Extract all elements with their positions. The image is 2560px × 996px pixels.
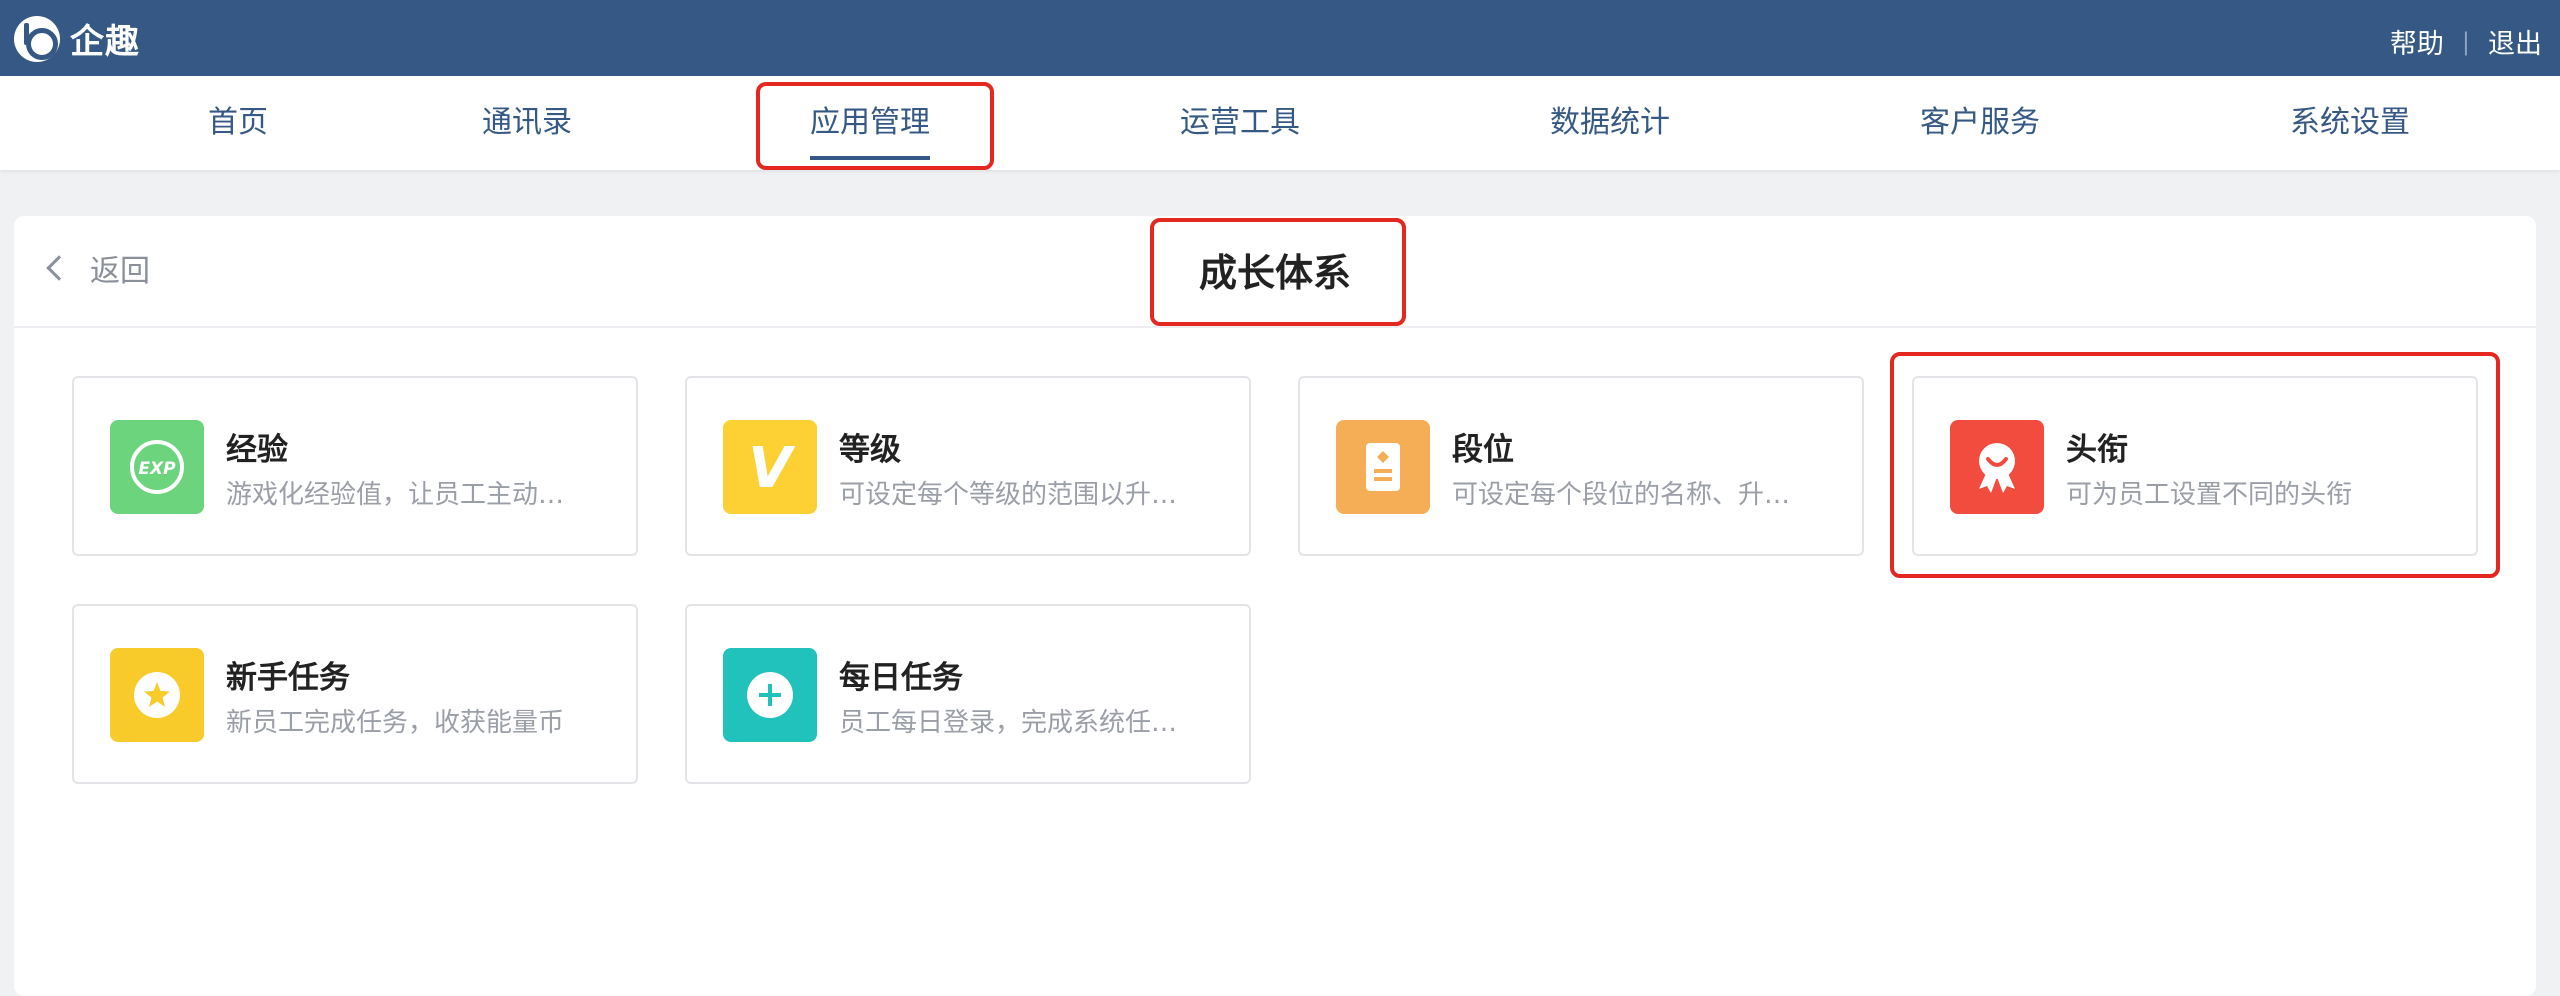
card-title: 每日任务 [839, 660, 963, 696]
card-title-badge[interactable]: 头衔 可为员工设置不同的头衔 [1912, 376, 2478, 556]
nav-item-system-settings[interactable]: 系统设置 [2290, 76, 2410, 170]
page-title: 成长体系 [1198, 251, 1352, 295]
logo-icon [14, 15, 60, 62]
nav-item-data-statistics[interactable]: 数据统计 [1550, 76, 1670, 170]
nav-item-home[interactable]: 首页 [208, 76, 268, 170]
logout-link[interactable]: 退出 [2488, 22, 2542, 61]
card-newbie-tasks[interactable]: 新手任务 新员工完成任务，收获能量币 [72, 604, 638, 784]
card-rank[interactable]: 段位 可设定每个段位的名称、升… [1298, 376, 1864, 556]
content-panel: 返回 成长体系 EXP 经验 游戏化经验值，让员工主动… V 等级 可设定每个等… [14, 216, 2536, 996]
card-description: 游戏化经验值，让员工主动… [226, 480, 565, 510]
main-nav: 首页 通讯录 应用管理 运营工具 数据统计 客户服务 系统设置 [0, 76, 2560, 170]
card-title: 等级 [839, 432, 901, 468]
chevron-left-icon [46, 255, 72, 281]
card-description: 可设定每个等级的范围以升… [839, 480, 1178, 510]
back-button[interactable]: 返回 [44, 246, 150, 290]
nav-item-app-management[interactable]: 应用管理 [810, 76, 930, 170]
card-description: 新员工完成任务，收获能量币 [226, 708, 565, 738]
card-title: 新手任务 [226, 660, 350, 696]
top-links-separator: | [2461, 27, 2470, 56]
svg-text:EXP: EXP [138, 459, 176, 479]
app-logo[interactable]: 企趣 [14, 14, 140, 63]
card-title: 经验 [226, 432, 288, 468]
card-description: 可设定每个段位的名称、升… [1452, 480, 1791, 510]
back-label: 返回 [90, 254, 150, 289]
level-v-icon: V [723, 420, 817, 514]
nav-item-contacts[interactable]: 通讯录 [482, 76, 572, 170]
svg-text:V: V [748, 437, 796, 497]
app-name: 企趣 [70, 22, 140, 62]
top-links: 帮助 | 退出 [2390, 22, 2542, 61]
nav-item-operation-tools[interactable]: 运营工具 [1180, 76, 1300, 170]
rank-badge-icon [1336, 420, 1430, 514]
help-link[interactable]: 帮助 [2390, 22, 2444, 61]
card-daily-tasks[interactable]: 每日任务 员工每日登录，完成系统任… [685, 604, 1251, 784]
nav-item-customer-service[interactable]: 客户服务 [1920, 76, 2040, 170]
plus-circle-icon [723, 648, 817, 742]
star-icon [110, 648, 204, 742]
card-level[interactable]: V 等级 可设定每个等级的范围以升… [685, 376, 1251, 556]
top-bar: 企趣 帮助 | 退出 [0, 0, 2560, 76]
card-title: 头衔 [2066, 432, 2128, 468]
card-description: 员工每日登录，完成系统任… [839, 708, 1178, 738]
medal-icon [1950, 420, 2044, 514]
card-title: 段位 [1452, 432, 1514, 468]
exp-icon: EXP [110, 420, 204, 514]
card-description: 可为员工设置不同的头衔 [2066, 480, 2353, 510]
panel-header: 返回 成长体系 [14, 216, 2536, 328]
card-experience[interactable]: EXP 经验 游戏化经验值，让员工主动… [72, 376, 638, 556]
